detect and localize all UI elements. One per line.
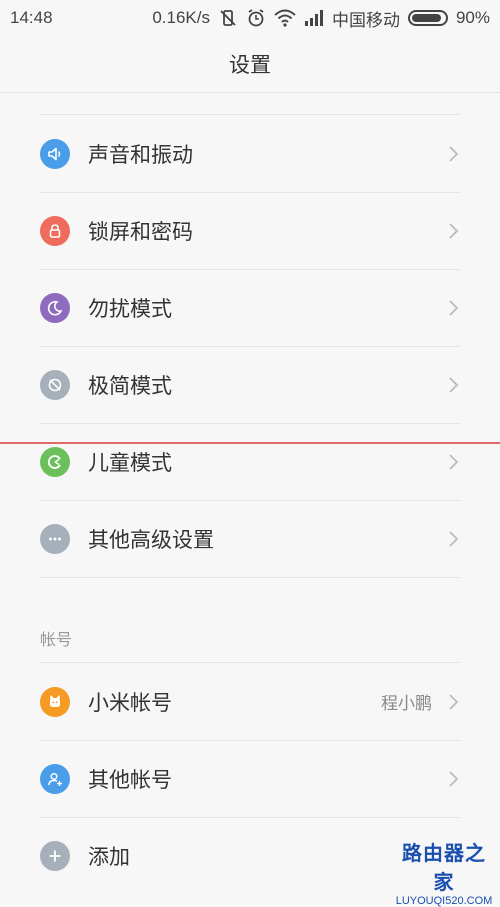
settings-item-kids[interactable]: 儿童模式 <box>0 423 500 500</box>
chevron-right-icon <box>449 145 459 162</box>
network-speed: 0.16K/s <box>152 8 210 27</box>
speaker-icon <box>40 138 70 169</box>
mi-account-icon <box>40 686 70 717</box>
status-bar: 14:48 0.16K/s 中国移动 90% <box>0 0 500 36</box>
settings-item-minimal[interactable]: 极简模式 <box>0 346 500 423</box>
alarm-icon <box>246 8 266 28</box>
chevron-right-icon <box>449 222 459 239</box>
add-user-icon <box>40 763 70 794</box>
settings-item-label: 其他帐号 <box>88 767 172 792</box>
settings-item-advanced[interactable]: 其他高级设置 <box>0 500 500 577</box>
settings-item-label: 勿扰模式 <box>88 296 172 321</box>
signal-icon <box>304 10 324 26</box>
settings-item-label: 极简模式 <box>88 373 172 398</box>
wifi-icon <box>274 9 296 27</box>
settings-item-dnd[interactable]: 勿扰模式 <box>0 269 500 346</box>
watermark-url: LUYOUQI520.COM <box>395 895 493 907</box>
settings-item-label: 添加 <box>88 844 130 869</box>
status-icons: 0.16K/s 中国移动 90% <box>152 6 490 31</box>
chevron-right-icon <box>449 376 459 393</box>
divider <box>40 577 460 578</box>
settings-item-lock[interactable]: 锁屏和密码 <box>0 192 500 269</box>
settings-item-label: 儿童模式 <box>88 450 172 475</box>
settings-item-label: 小米帐号 <box>88 690 172 715</box>
battery-level: 90% <box>455 8 490 27</box>
watermark-title: 路由器之家 <box>402 843 486 894</box>
settings-item-sound[interactable]: 声音和振动 <box>0 115 500 192</box>
vibrate-off-icon <box>218 8 238 28</box>
section-title-account: 帐号 <box>40 630 73 649</box>
carrier-name: 中国移动 <box>331 10 400 30</box>
settings-item-other-accounts[interactable]: 其他帐号 <box>0 740 500 817</box>
chevron-right-icon <box>449 299 459 316</box>
kids-icon <box>40 446 70 477</box>
settings-item-label: 锁屏和密码 <box>88 219 193 244</box>
chevron-right-icon <box>449 530 459 547</box>
chevron-right-icon <box>449 693 459 710</box>
no-entry-icon <box>40 369 70 400</box>
settings-item-label: 其他高级设置 <box>88 527 214 552</box>
lock-icon <box>40 215 70 246</box>
status-time: 14:48 <box>10 8 53 27</box>
settings-item-mi-account[interactable]: 小米帐号 程小鹏 <box>0 663 500 740</box>
chevron-right-icon <box>449 453 459 470</box>
more-icon <box>40 523 70 554</box>
moon-icon <box>40 292 70 323</box>
page-title: 设置 <box>0 36 500 93</box>
settings-item-label: 声音和振动 <box>88 142 193 167</box>
plus-icon <box>40 840 70 871</box>
chevron-right-icon <box>449 770 459 787</box>
battery-icon <box>407 10 448 26</box>
watermark-logo: 路由器之家 LUYOUQI520.COM <box>394 837 494 907</box>
account-name: 程小鹏 <box>381 694 432 714</box>
